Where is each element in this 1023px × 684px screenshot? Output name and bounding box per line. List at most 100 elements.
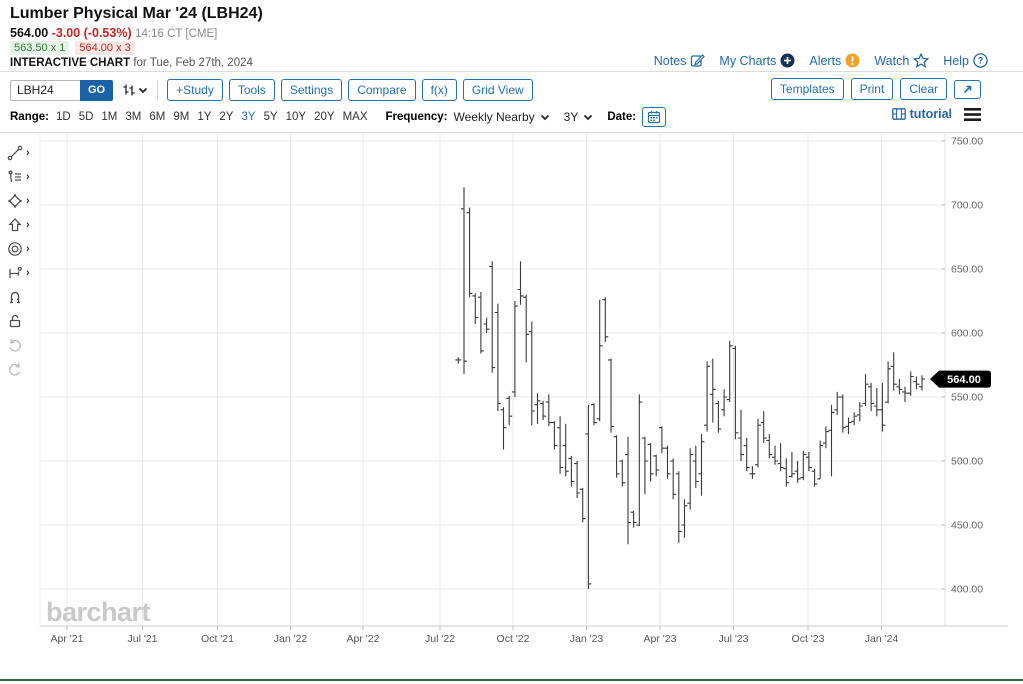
alerts-link[interactable]: Alerts bbox=[809, 53, 860, 68]
tutorial-link[interactable]: tutorial bbox=[892, 107, 952, 121]
calendar-icon bbox=[647, 110, 661, 124]
svg-text:?: ? bbox=[978, 56, 984, 66]
compare-button[interactable]: Compare bbox=[348, 79, 415, 101]
trendline-tool[interactable]: › bbox=[7, 145, 30, 161]
notes-link[interactable]: Notes bbox=[654, 53, 706, 68]
undo-tool[interactable] bbox=[7, 337, 30, 353]
lock-drawings-tool[interactable] bbox=[7, 313, 30, 329]
range-9m[interactable]: 9M bbox=[173, 111, 189, 123]
chart-type-dropdown[interactable] bbox=[121, 82, 148, 98]
chart-date: for Tue, Feb 27th, 2024 bbox=[133, 57, 253, 69]
svg-text:400.00: 400.00 bbox=[951, 584, 983, 596]
range-3y-active[interactable]: 3Y bbox=[241, 111, 255, 123]
undo-icon bbox=[7, 337, 23, 353]
last-price-tag: 564.00 bbox=[930, 371, 991, 388]
period-dropdown[interactable]: 3Y bbox=[564, 110, 594, 124]
svg-text:600.00: 600.00 bbox=[951, 328, 983, 340]
menu-hamburger-icon[interactable] bbox=[964, 108, 981, 121]
watch-star-icon bbox=[913, 53, 929, 68]
x-axis-labels: Apr '21Jul '21Oct '21Jan '22Apr '22Jul '… bbox=[51, 626, 899, 645]
svg-text:450.00: 450.00 bbox=[951, 520, 983, 532]
svg-text:Jul '23: Jul '23 bbox=[718, 633, 748, 645]
chevron-right-icon: › bbox=[26, 193, 30, 209]
alerts-warning-icon bbox=[845, 53, 860, 68]
svg-text:Oct '23: Oct '23 bbox=[792, 633, 825, 645]
redo-tool[interactable] bbox=[7, 361, 30, 377]
svg-text:550.00: 550.00 bbox=[951, 392, 983, 404]
shapes-tool[interactable]: › bbox=[7, 193, 30, 209]
grid-view-button[interactable]: Grid View bbox=[463, 79, 533, 101]
toolbar-separator bbox=[157, 80, 158, 100]
svg-text:750.00: 750.00 bbox=[951, 136, 983, 148]
page-title: Lumber Physical Mar '24 (LBH24) bbox=[10, 5, 263, 23]
templates-button[interactable]: Templates bbox=[771, 78, 844, 100]
my-charts-link[interactable]: My Charts bbox=[719, 53, 795, 68]
trendline-icon bbox=[7, 145, 23, 161]
range-5d[interactable]: 5D bbox=[79, 111, 94, 123]
settings-button[interactable]: Settings bbox=[281, 79, 342, 101]
arrow-up-right-icon bbox=[962, 84, 973, 95]
circle-ring-icon bbox=[7, 241, 23, 257]
svg-text:Oct '21: Oct '21 bbox=[201, 633, 234, 645]
range-1m[interactable]: 1M bbox=[101, 111, 117, 123]
add-study-button[interactable]: +Study bbox=[167, 79, 223, 101]
tools-button[interactable]: Tools bbox=[229, 79, 275, 101]
date-picker-button[interactable] bbox=[642, 107, 666, 127]
svg-text:Jan '23: Jan '23 bbox=[570, 633, 604, 645]
expand-chart-button[interactable] bbox=[954, 80, 981, 99]
measure-tool[interactable]: › bbox=[7, 265, 30, 281]
price-change: -3.00 (-0.53%) bbox=[52, 26, 132, 40]
clear-button[interactable]: Clear bbox=[900, 78, 947, 100]
chevron-right-icon: › bbox=[26, 169, 30, 185]
help-link[interactable]: Help ? bbox=[943, 53, 988, 68]
frequency-dropdown[interactable]: Weekly Nearby bbox=[454, 110, 550, 124]
range-max[interactable]: MAX bbox=[343, 111, 368, 123]
range-3m[interactable]: 3M bbox=[125, 111, 141, 123]
chart-toolbar: GO +Study Tools Settings Compare f(x) Gr… bbox=[10, 78, 539, 102]
print-button[interactable]: Print bbox=[851, 78, 894, 100]
range-1y[interactable]: 1Y bbox=[197, 111, 211, 123]
symbol-input[interactable] bbox=[10, 80, 80, 101]
ohlc-bar-type-icon bbox=[121, 82, 136, 98]
magnet-mode-tool[interactable] bbox=[7, 289, 30, 305]
svg-text:Apr '21: Apr '21 bbox=[51, 633, 84, 645]
svg-text:Jan '22: Jan '22 bbox=[274, 633, 308, 645]
range-5y[interactable]: 5Y bbox=[264, 111, 278, 123]
chart-region: barchart750.00700.00650.00600.00550.0050… bbox=[0, 132, 1023, 644]
chevron-right-icon: › bbox=[26, 241, 30, 257]
fx-button[interactable]: f(x) bbox=[422, 79, 457, 101]
range-20y[interactable]: 20Y bbox=[314, 111, 334, 123]
chevron-down-icon bbox=[540, 114, 550, 121]
range-10y[interactable]: 10Y bbox=[286, 111, 306, 123]
svg-text:500.00: 500.00 bbox=[951, 456, 983, 468]
interactive-chart-line: INTERACTIVE CHART for Tue, Feb 27th, 202… bbox=[10, 57, 253, 69]
svg-text:Jul '22: Jul '22 bbox=[425, 633, 455, 645]
date-label: Date: bbox=[607, 111, 636, 123]
watch-link[interactable]: Watch bbox=[874, 53, 929, 68]
chevron-down-icon bbox=[583, 114, 593, 121]
video-tutorial-icon bbox=[892, 108, 906, 120]
range-bar-right: tutorial bbox=[892, 107, 981, 121]
quote-timestamp: 14:16 CT [CME] bbox=[135, 28, 217, 40]
svg-text:650.00: 650.00 bbox=[951, 264, 983, 276]
y-axis-labels: 750.00700.00650.00600.00550.00500.00450.… bbox=[941, 136, 983, 596]
svg-text:Jan '24: Jan '24 bbox=[865, 633, 899, 645]
annotations-tool[interactable]: › bbox=[7, 169, 30, 185]
my-charts-plus-icon bbox=[780, 53, 795, 68]
go-button[interactable]: GO bbox=[80, 80, 113, 101]
chevron-down-icon bbox=[138, 87, 148, 94]
arrow-up-icon bbox=[7, 217, 23, 233]
drawing-toolstrip: › › › › › › bbox=[7, 145, 30, 377]
help-question-icon: ? bbox=[973, 53, 988, 68]
frequency-label: Frequency: bbox=[386, 111, 448, 123]
last-price: 564.00 bbox=[10, 26, 48, 40]
arrow-marker-tool[interactable]: › bbox=[7, 217, 30, 233]
range-1d[interactable]: 1D bbox=[56, 111, 71, 123]
range-6m[interactable]: 6M bbox=[149, 111, 165, 123]
annotations-icon bbox=[7, 169, 23, 185]
circle-marker-tool[interactable]: › bbox=[7, 241, 30, 257]
unlock-icon bbox=[7, 313, 23, 329]
gridlines bbox=[40, 133, 945, 626]
price-chart: barchart750.00700.00650.00600.00550.0050… bbox=[0, 133, 1023, 645]
range-2y[interactable]: 2Y bbox=[219, 111, 233, 123]
